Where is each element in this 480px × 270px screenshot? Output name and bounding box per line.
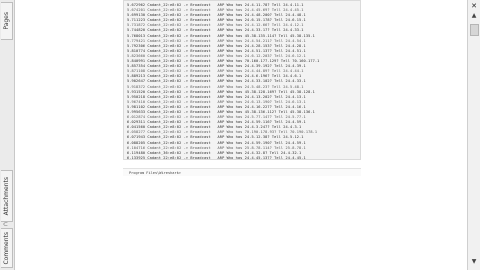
close-icon[interactable]: ✕: [470, 2, 478, 10]
scroll-down-icon[interactable]: ▼: [470, 258, 478, 266]
navigation-panel: Pages Attachments ⊂ Comments: [0, 0, 15, 270]
vertical-scrollbar[interactable]: ✕ ▲ ▼: [467, 0, 480, 270]
tab-pages[interactable]: Pages: [1, 2, 13, 40]
tab-comments-label: Comments: [3, 231, 10, 265]
tab-attachments[interactable]: Attachments: [1, 170, 13, 222]
tab-comments[interactable]: Comments: [1, 228, 13, 268]
tab-attachments-label: Attachments: [3, 176, 10, 216]
scroll-thumb[interactable]: [470, 24, 479, 36]
terminal-screenshot: 5.672962 Cadant_22:e8:02 -> Broadcast AR…: [123, 0, 361, 160]
command-prompt: Program Files\Wireshark>: [123, 168, 361, 176]
scroll-up-icon[interactable]: ▲: [470, 12, 478, 20]
tab-pages-label: Pages: [3, 12, 10, 30]
terminal-line: 6.133925 Cadant_22:e8:02 -> Broadcast AR…: [127, 155, 306, 160]
